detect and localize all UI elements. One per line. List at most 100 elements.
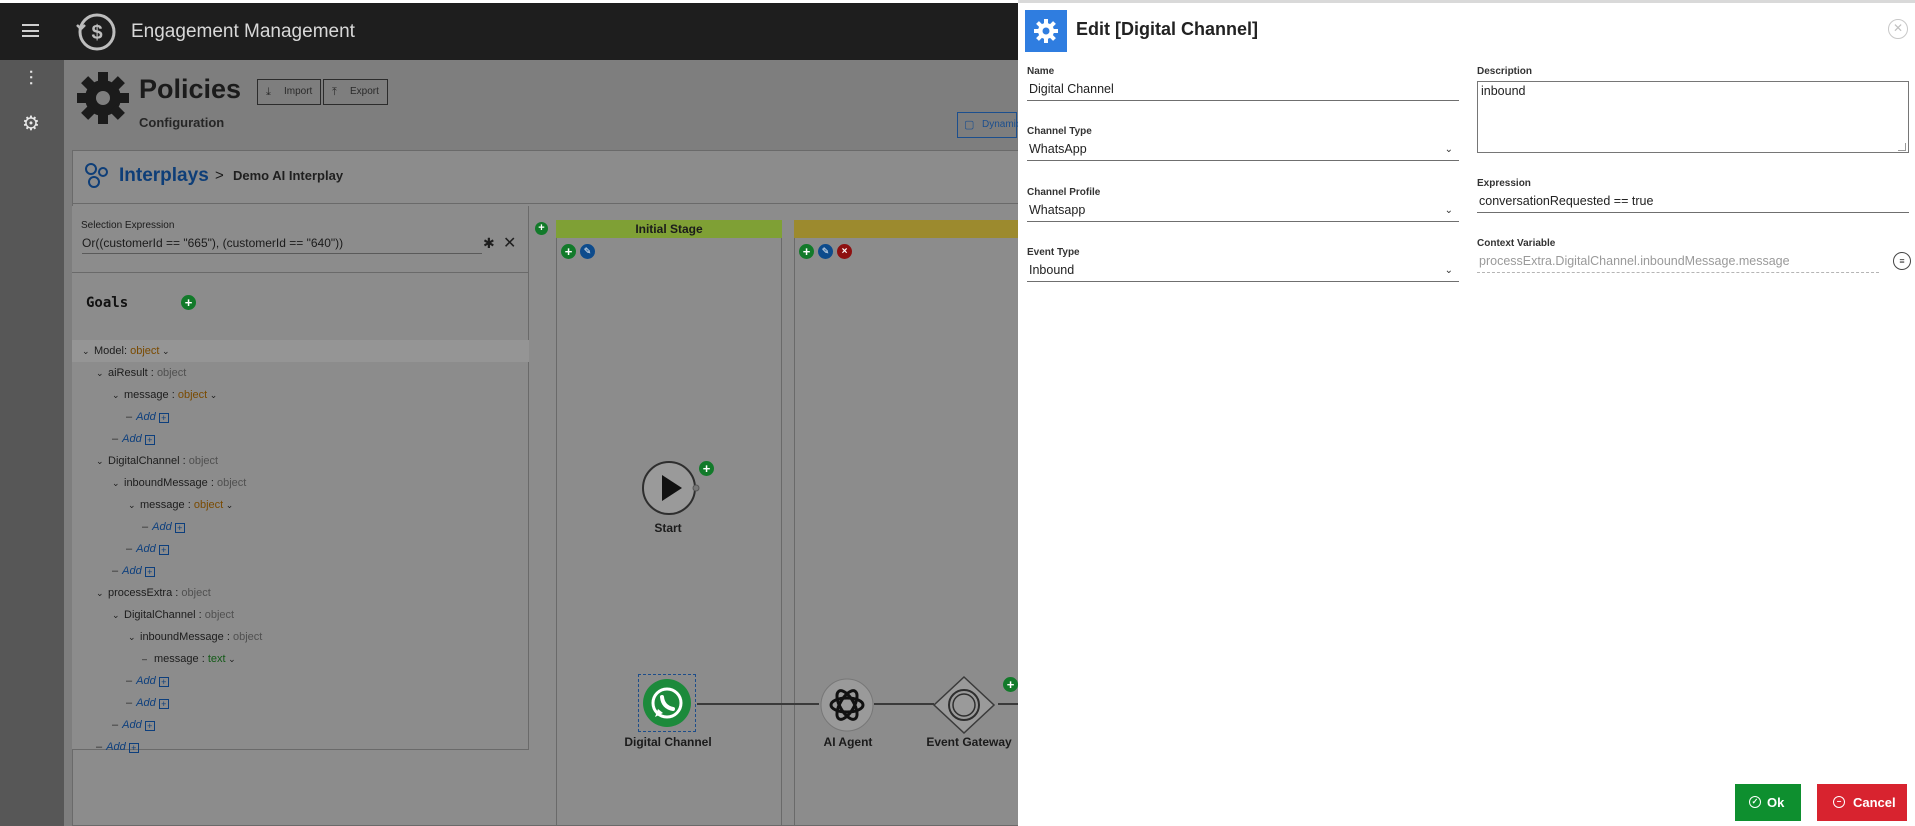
chevron-down-icon[interactable]: ⌄: [128, 626, 140, 648]
edit-stage-button[interactable]: ✎: [818, 244, 833, 259]
tree-node-type: object: [193, 499, 224, 511]
tree-dash: –: [112, 433, 119, 445]
tree-add-item[interactable]: – Add +: [72, 538, 529, 560]
tree-node[interactable]: ⌄ processExtra : object: [72, 582, 529, 604]
add-field-link[interactable]: Add: [122, 565, 142, 577]
chevron-down-icon[interactable]: ⌄: [96, 582, 108, 604]
chevron-down-icon[interactable]: ⌄: [96, 450, 108, 472]
add-field-link[interactable]: Add: [122, 719, 142, 731]
play-icon[interactable]: [640, 460, 700, 520]
tree-node-type: object: [181, 587, 211, 599]
tree-node[interactable]: ⌄ Model: object ⌄: [72, 340, 529, 362]
add-connection-button[interactable]: +: [699, 461, 714, 476]
delete-stage-button[interactable]: ×: [837, 244, 852, 259]
add-field-icon[interactable]: +: [174, 523, 185, 533]
add-goal-button[interactable]: +: [181, 295, 196, 310]
add-node-button[interactable]: +: [799, 244, 814, 259]
chevron-down-icon[interactable]: ⌄: [82, 340, 94, 362]
tree-add-item[interactable]: – Add +: [72, 406, 529, 428]
import-icon: ⤓: [266, 86, 271, 98]
import-button[interactable]: ⤓ Import: [257, 79, 322, 105]
tree-node[interactable]: ⌄ inboundMessage : object: [72, 626, 529, 648]
tree-add-item[interactable]: – Add +: [72, 692, 529, 714]
event-type-select[interactable]: Inbound ⌄: [1027, 260, 1459, 282]
add-field-icon[interactable]: +: [144, 721, 155, 731]
breadcrumb-interplays-link[interactable]: Interplays: [119, 165, 209, 187]
tree-dash[interactable]: –: [142, 648, 154, 670]
stage-header-2[interactable]: [794, 220, 1018, 238]
expression-field[interactable]: conversationRequested == true: [1477, 191, 1909, 213]
add-field-link[interactable]: Add: [106, 741, 126, 753]
tree-node-label: DigitalChannel: [124, 609, 196, 621]
add-node-button[interactable]: +: [561, 244, 576, 259]
description-textarea[interactable]: inbound: [1477, 81, 1909, 153]
tree-add-item[interactable]: – Add +: [72, 714, 529, 736]
chevron-down-icon[interactable]: ⌄: [96, 362, 108, 384]
tree-node[interactable]: ⌄ inboundMessage : object: [72, 472, 529, 494]
channel-type-select[interactable]: WhatsApp ⌄: [1027, 139, 1459, 161]
tree-node-separator: :: [223, 631, 230, 643]
tree-node[interactable]: ⌄ DigitalChannel : object: [72, 450, 529, 472]
add-field-link[interactable]: Add: [136, 675, 156, 687]
tree-add-item[interactable]: – Add +: [72, 516, 529, 538]
filters-icon[interactable]: ⫶: [20, 68, 42, 90]
add-field-link[interactable]: Add: [136, 543, 156, 555]
chevron-down-icon[interactable]: ⌄: [128, 494, 140, 516]
variable-picker-icon[interactable]: ≡: [1893, 252, 1911, 270]
chevron-down-icon[interactable]: ⌄: [112, 472, 124, 494]
chevron-down-icon: ⌄: [1444, 144, 1453, 155]
channel-profile-select[interactable]: Whatsapp ⌄: [1027, 200, 1459, 222]
add-field-icon[interactable]: +: [158, 677, 169, 687]
whatsapp-icon[interactable]: [641, 677, 693, 729]
close-icon[interactable]: ✕: [1888, 19, 1908, 39]
add-field-link[interactable]: Add: [136, 697, 156, 709]
type-dropdown-icon[interactable]: ⌄: [207, 390, 218, 400]
tree-node[interactable]: ⌄ message : object ⌄: [72, 494, 529, 516]
tree-add-item[interactable]: – Add +: [72, 736, 529, 758]
add-field-icon[interactable]: +: [144, 567, 155, 577]
openai-icon[interactable]: [819, 677, 875, 733]
export-button[interactable]: ⤒ Export: [323, 79, 388, 105]
add-field-icon[interactable]: +: [158, 545, 169, 555]
tree-add-item[interactable]: – Add +: [72, 428, 529, 450]
type-dropdown-icon[interactable]: ⌄: [223, 500, 234, 510]
add-field-icon[interactable]: +: [158, 413, 169, 423]
tree-add-item[interactable]: – Add +: [72, 670, 529, 692]
tree-node-type: object: [156, 367, 187, 379]
chevron-down-icon[interactable]: ⌄: [112, 384, 124, 406]
tree-node[interactable]: ⌄ DigitalChannel : object: [72, 604, 529, 626]
edit-stage-button[interactable]: ✎: [580, 244, 595, 259]
tree-node[interactable]: ⌄ message : object ⌄: [72, 384, 529, 406]
settings-icon[interactable]: ⚙: [20, 113, 42, 135]
clear-icon[interactable]: ✕: [503, 233, 516, 253]
selection-expression-input[interactable]: Or((customerId == "665"), (customerId ==…: [82, 236, 482, 254]
add-field-icon[interactable]: +: [128, 743, 139, 753]
add-field-link[interactable]: Add: [122, 433, 142, 445]
add-connection-button[interactable]: +: [1003, 677, 1018, 692]
add-stage-button[interactable]: +: [535, 222, 548, 235]
add-field-link[interactable]: Add: [152, 521, 172, 533]
event-type-label: Event Type: [1027, 247, 1080, 258]
tree-node[interactable]: ⌄ aiResult : object: [72, 362, 529, 384]
dynamic-button[interactable]: ▢ Dynamic: [957, 112, 1021, 138]
menu-icon[interactable]: [22, 24, 39, 37]
type-dropdown-icon[interactable]: ⌄: [226, 654, 236, 664]
cancel-button[interactable]: − Cancel: [1817, 784, 1907, 821]
add-field-icon[interactable]: +: [158, 699, 169, 709]
tree-node-label: inboundMessage: [140, 631, 224, 643]
context-variable-field[interactable]: processExtra.DigitalChannel.inboundMessa…: [1477, 251, 1879, 273]
name-field[interactable]: Digital Channel: [1027, 79, 1459, 101]
start-node-label: Start: [654, 521, 682, 535]
gateway-icon[interactable]: [932, 675, 996, 735]
add-field-link[interactable]: Add: [136, 411, 156, 423]
type-dropdown-icon[interactable]: ⌄: [159, 346, 170, 356]
chevron-down-icon[interactable]: ⌄: [112, 604, 124, 626]
tree-node[interactable]: – message : text ⌄: [72, 648, 529, 670]
tree-add-item[interactable]: – Add +: [72, 560, 529, 582]
resize-handle[interactable]: [1898, 143, 1906, 151]
channel-profile-label: Channel Profile: [1027, 187, 1101, 198]
puzzle-icon[interactable]: ✱: [483, 235, 495, 252]
ok-button[interactable]: ✓ Ok: [1735, 784, 1801, 821]
stage-header-initial[interactable]: Initial Stage: [556, 220, 782, 238]
add-field-icon[interactable]: +: [144, 435, 155, 445]
